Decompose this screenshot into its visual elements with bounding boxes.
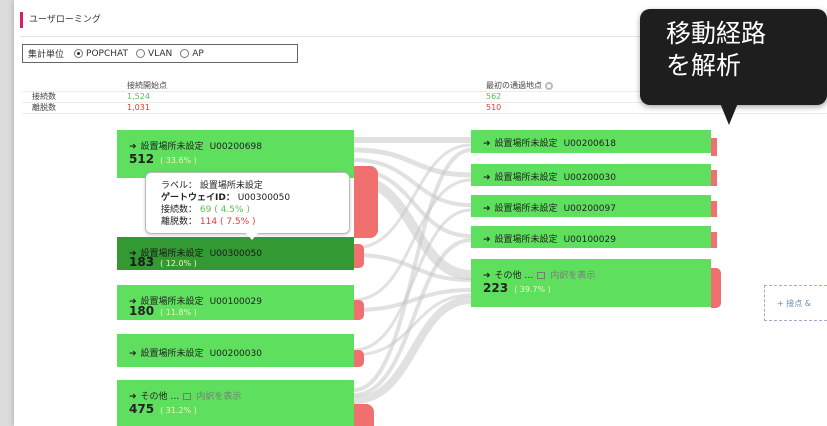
node-label: 設置場所未設定	[494, 204, 558, 214]
col-first-header: 最初の通過地点	[486, 81, 553, 91]
show-breakdown-link[interactable]: 内訳を表示	[196, 392, 241, 402]
flow-link	[353, 293, 472, 357]
connections-label: 接続数	[32, 92, 56, 101]
node-pct: ( 39.7% )	[514, 285, 551, 294]
page-title: ユーザローミング	[20, 12, 101, 28]
node-label: 設置場所未設定	[140, 349, 204, 359]
tooltip-conn-row: 接続数： 69 ( 4.5% )	[161, 205, 250, 215]
right-node-4[interactable]: ➜ 設置場所未設定 U00100029	[471, 226, 711, 248]
node-tooltip: ラベル： 設置場所未設定 ゲートウェイID： U00300050 接続数： 69…	[145, 172, 350, 240]
right-node-3[interactable]: ➜ 設置場所未設定 U00200097	[471, 195, 711, 217]
node-id: U00300050	[209, 249, 262, 259]
callout-line2: を解析	[666, 51, 742, 80]
arrow-right-icon: ➜	[129, 392, 137, 402]
disconnect-bar	[711, 232, 717, 248]
flow-link	[353, 288, 472, 312]
right-node-2[interactable]: ➜ 設置場所未設定 U00200030	[471, 164, 711, 186]
flow-link	[353, 238, 472, 397]
radio-unchecked-icon[interactable]	[135, 49, 145, 58]
radio-popchat[interactable]: POPCHAT	[74, 49, 128, 59]
breakdown-icon[interactable]	[537, 272, 546, 279]
radio-ap[interactable]: AP	[180, 49, 204, 59]
add-point-button[interactable]: + 接点 &	[764, 285, 827, 321]
start-connections: 1,524	[127, 92, 150, 101]
node-count: 183	[129, 255, 155, 269]
disconnect-bar	[711, 268, 721, 308]
node-pct: ( 12.0% )	[160, 259, 197, 268]
disconnect-bar	[354, 350, 364, 367]
show-breakdown-link[interactable]: 内訳を表示	[550, 271, 595, 281]
node-count: 475	[129, 402, 155, 416]
first-connections: 562	[486, 92, 502, 101]
start-disconnections: 1,031	[127, 103, 150, 112]
arrow-right-icon: ➜	[483, 271, 491, 281]
flow-link	[353, 296, 472, 404]
disconnect-bar	[711, 138, 717, 156]
disconnect-bar	[711, 170, 717, 186]
first-disconnections: 510	[486, 103, 502, 112]
node-id: U00200030	[563, 173, 616, 183]
disconnect-bar	[711, 201, 717, 217]
aggregation-label: 集計単位	[28, 50, 65, 60]
disconnections-label: 離脱数	[32, 103, 56, 112]
tooltip-disc-row: 離脱数： 114 ( 7.5% )	[161, 217, 256, 227]
right-node-1[interactable]: ➜ 設置場所未設定 U00200618	[471, 130, 711, 153]
left-node-other[interactable]: ➜ その他 … 内訳を表示 475 ( 31.2% )	[117, 380, 354, 426]
right-node-other[interactable]: ➜ その他 … 内訳を表示 223 ( 39.7% )	[471, 259, 711, 307]
node-id: U00200698	[209, 142, 262, 152]
left-node-4[interactable]: ➜ 設置場所未設定 U00200030	[117, 334, 354, 367]
node-id: U00200097	[563, 204, 616, 214]
node-count: 223	[483, 281, 509, 295]
arrow-right-icon: ➜	[129, 142, 137, 152]
col-start-header: 接続開始点	[127, 81, 167, 90]
left-node-3[interactable]: ➜ 設置場所未設定 U00100029 180( 11.8% )	[117, 285, 354, 320]
node-label: その他 …	[140, 392, 180, 402]
node-id: U00100029	[209, 297, 262, 307]
node-label: 設置場所未設定	[494, 235, 558, 245]
disconnect-bar	[354, 300, 364, 320]
callout-line1: 移動経路	[666, 19, 767, 48]
node-id: U00200618	[563, 139, 616, 149]
arrow-right-icon: ➜	[483, 139, 491, 149]
left-node-1[interactable]: ➜ 設置場所未設定 U00200698 512 ( 33.6% )	[117, 130, 354, 178]
arrow-right-icon: ➜	[483, 235, 491, 245]
breakdown-icon[interactable]	[183, 393, 192, 400]
arrow-right-icon: ➜	[483, 173, 491, 183]
node-count: 512	[129, 152, 155, 166]
node-label: 設置場所未設定	[140, 142, 204, 152]
node-count: 180	[129, 304, 155, 318]
callout-tail	[720, 103, 738, 125]
radio-unchecked-icon[interactable]	[180, 49, 190, 58]
node-pct: ( 31.2% )	[160, 406, 197, 415]
node-label: 設置場所未設定	[494, 139, 558, 149]
aggregation-selector: 集計単位 POPCHAT VLAN AP	[22, 44, 298, 63]
node-pct: ( 11.8% )	[160, 308, 197, 317]
node-id: U00200030	[209, 349, 262, 359]
disconnect-bar	[354, 166, 378, 238]
node-id: U00100029	[563, 235, 616, 245]
left-node-2-selected[interactable]: ➜ 設置場所未設定 U00300050 183( 12.0% )	[117, 237, 354, 270]
disconnect-bar	[354, 244, 364, 268]
node-label: その他 …	[494, 271, 534, 281]
node-pct: ( 33.6% )	[160, 156, 197, 165]
arrow-right-icon: ➜	[483, 204, 491, 214]
settings-icon[interactable]	[545, 81, 553, 90]
tooltip-gateway-row: ゲートウェイID： U00300050	[161, 193, 291, 203]
arrow-right-icon: ➜	[129, 349, 137, 359]
callout-annotation: 移動経路 を解析	[640, 9, 827, 105]
tooltip-label-row: ラベル： 設置場所未設定	[161, 181, 263, 191]
node-label: 設置場所未設定	[494, 173, 558, 183]
radio-checked-icon[interactable]	[74, 49, 84, 58]
radio-vlan[interactable]: VLAN	[135, 49, 172, 59]
flow-link	[353, 253, 472, 282]
disconnect-bar	[354, 404, 374, 426]
